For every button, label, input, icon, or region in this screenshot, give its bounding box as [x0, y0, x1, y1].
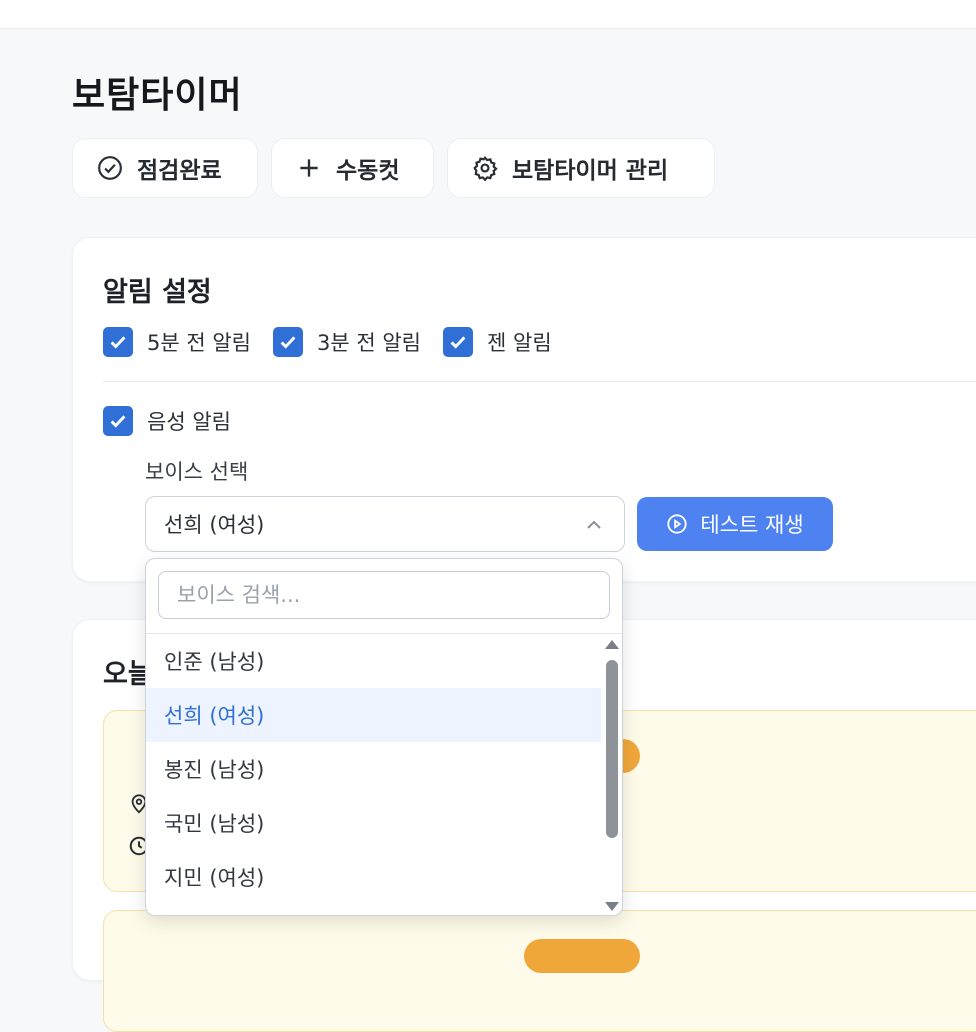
- checkbox-spawn-label[interactable]: 젠 알림: [487, 327, 552, 357]
- voice-search-input[interactable]: [158, 571, 610, 619]
- manual-cut-button[interactable]: 수동컷: [271, 138, 434, 198]
- inspection-complete-label: 점검완료: [137, 158, 222, 184]
- check-circle-icon: [98, 156, 122, 180]
- voice-option[interactable]: 인준 (남성): [146, 634, 601, 688]
- gear-icon: [473, 156, 498, 181]
- chevron-up-icon: [587, 520, 601, 529]
- test-play-button[interactable]: 테스트 재생: [637, 497, 833, 551]
- event-card[interactable]: [103, 910, 976, 1032]
- checkbox-5min[interactable]: [103, 327, 133, 357]
- manual-cut-label: 수동컷: [336, 158, 400, 184]
- check-icon: [110, 415, 126, 428]
- voice-option-selected[interactable]: 선희 (여성): [146, 688, 601, 742]
- divider: [103, 381, 976, 382]
- check-icon: [280, 336, 296, 349]
- voice-dropdown: 인준 (남성) 선희 (여성) 봉진 (남성) 국민 (남성) 지민 (여성): [145, 558, 623, 916]
- voice-alarm-row: 음성 알림: [103, 406, 253, 436]
- scrollbar[interactable]: [602, 634, 622, 915]
- checkbox-3min-label[interactable]: 3분 전 알림: [317, 327, 421, 357]
- check-icon: [450, 336, 466, 349]
- check-icon: [110, 336, 126, 349]
- inspection-complete-button[interactable]: 점검완료: [72, 138, 258, 198]
- alarm-settings-title: 알림 설정: [103, 277, 212, 308]
- timer-manage-label: 보탐타이머 관리: [512, 158, 669, 184]
- page-title: 보탐타이머: [72, 75, 243, 116]
- voice-select-label: 보이스 선택: [145, 460, 249, 484]
- test-play-label: 테스트 재생: [700, 513, 804, 537]
- top-bar: [0, 0, 976, 29]
- alarm-settings-card: 알림 설정 5분 전 알림 3분 전 알림 젠 알림 음성 알림 보이스 선택 …: [72, 237, 976, 582]
- plus-icon: [300, 159, 318, 177]
- voice-select[interactable]: 선희 (여성): [145, 496, 625, 552]
- checkbox-spawn[interactable]: [443, 327, 473, 357]
- alarm-checkbox-row: 5분 전 알림 3분 전 알림 젠 알림: [103, 327, 574, 357]
- play-circle-icon: [667, 514, 687, 534]
- checkbox-voice-alarm[interactable]: [103, 406, 133, 436]
- voice-alarm-label[interactable]: 음성 알림: [147, 406, 231, 436]
- checkbox-3min[interactable]: [273, 327, 303, 357]
- scroll-down-arrow-icon[interactable]: [605, 902, 619, 911]
- voice-option[interactable]: 지민 (여성): [146, 850, 601, 904]
- timer-manage-button[interactable]: 보탐타이머 관리: [447, 138, 715, 198]
- voice-option-list: 인준 (남성) 선희 (여성) 봉진 (남성) 국민 (남성) 지민 (여성): [146, 634, 601, 904]
- voice-option[interactable]: 봉진 (남성): [146, 742, 601, 796]
- checkbox-5min-label[interactable]: 5분 전 알림: [147, 327, 251, 357]
- scroll-up-arrow-icon[interactable]: [605, 640, 619, 649]
- voice-select-value: 선희 (여성): [164, 513, 265, 537]
- status-badge: [524, 939, 640, 973]
- voice-option[interactable]: 국민 (남성): [146, 796, 601, 850]
- scrollbar-thumb[interactable]: [606, 660, 618, 838]
